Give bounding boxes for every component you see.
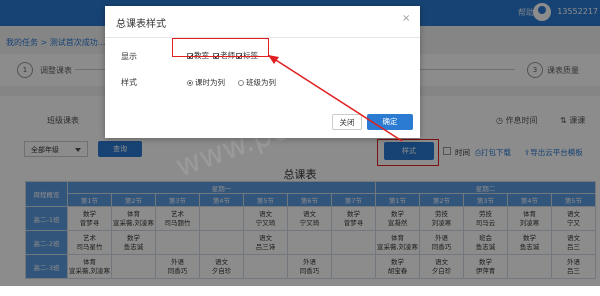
annotation-arrow	[267, 54, 403, 142]
